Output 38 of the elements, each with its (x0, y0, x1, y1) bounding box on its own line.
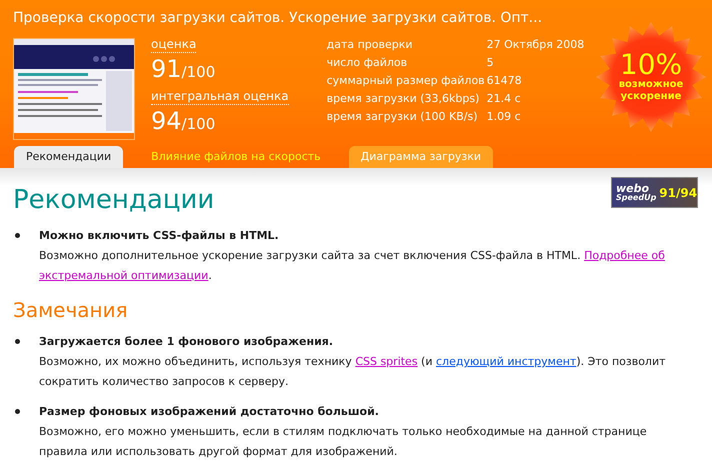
stat-value: 21.4 с (486, 91, 522, 107)
score-label[interactable]: интегральная оценка (151, 88, 289, 105)
item-description: Возможно, его можно уменьшить, если в стилям подключать только необходимые на данной странице правила или использовать другой формат для изображений. (39, 424, 648, 460)
stat-label: суммарный размер файлов (326, 73, 486, 89)
section-heading: Замечания (13, 297, 128, 324)
score-label[interactable]: оценка (151, 36, 196, 53)
page-title: Проверка скорости загрузки сайтов. Ускорение загрузки сайтов. Опт... (13, 9, 544, 28)
bullet-icon (15, 409, 20, 414)
section-heading: Рекомендации (13, 184, 214, 217)
stat-value: 1.09 с (486, 109, 522, 125)
stat-value: 61478 (486, 73, 523, 89)
stat-label: время загрузки (100 KB/s) (326, 109, 479, 125)
stat-label: дата проверки (326, 37, 414, 53)
item-description: Возможно, их можно объединить, используя технику CSS sprites (и следующий инструмент). Это позволит сократить количество запросов к серверу. (39, 354, 667, 390)
item-title: Загружается более 1 фонового изображения. (39, 334, 334, 350)
badge-score: 91/94 (659, 184, 698, 202)
bullet-icon (15, 339, 20, 344)
link[interactable]: экстремальной оптимизации (39, 269, 208, 282)
stat-value: 5 (486, 55, 495, 71)
stat-label: число файлов (326, 55, 408, 71)
item-description: Возможно дополнительное ускорение загрузки сайта за счет включения CSS-файла в HTML. Подробнее об экстремальной оптимизации. (39, 248, 666, 284)
bullet-icon (15, 233, 20, 238)
score-value: 91/100 (151, 54, 216, 85)
tab[interactable]: Рекомендации (14, 146, 124, 168)
speedup-caption: возможное ускорение (618, 79, 684, 103)
link[interactable]: Подробнее об (584, 249, 665, 262)
starburst-icon (595, 22, 707, 132)
speedup-percent: 10% (620, 51, 682, 79)
item-title: Размер фоновых изображений достаточно большой. (39, 404, 380, 420)
link[interactable]: CSS sprites (355, 355, 418, 368)
score-value: 94/100 (151, 106, 216, 137)
badge-logo: webo (616, 183, 650, 194)
badge-subtitle: SpeedUp (616, 194, 656, 202)
tab[interactable]: Влияние файлов на скорость (139, 146, 333, 168)
stat-label: время загрузки (33,6kbps) (326, 91, 480, 107)
link[interactable]: следующий инструмент (436, 355, 576, 368)
stat-value: 27 Октября 2008 (486, 37, 584, 53)
item-title: Можно включить CSS-файлы в HTML. (39, 228, 280, 244)
